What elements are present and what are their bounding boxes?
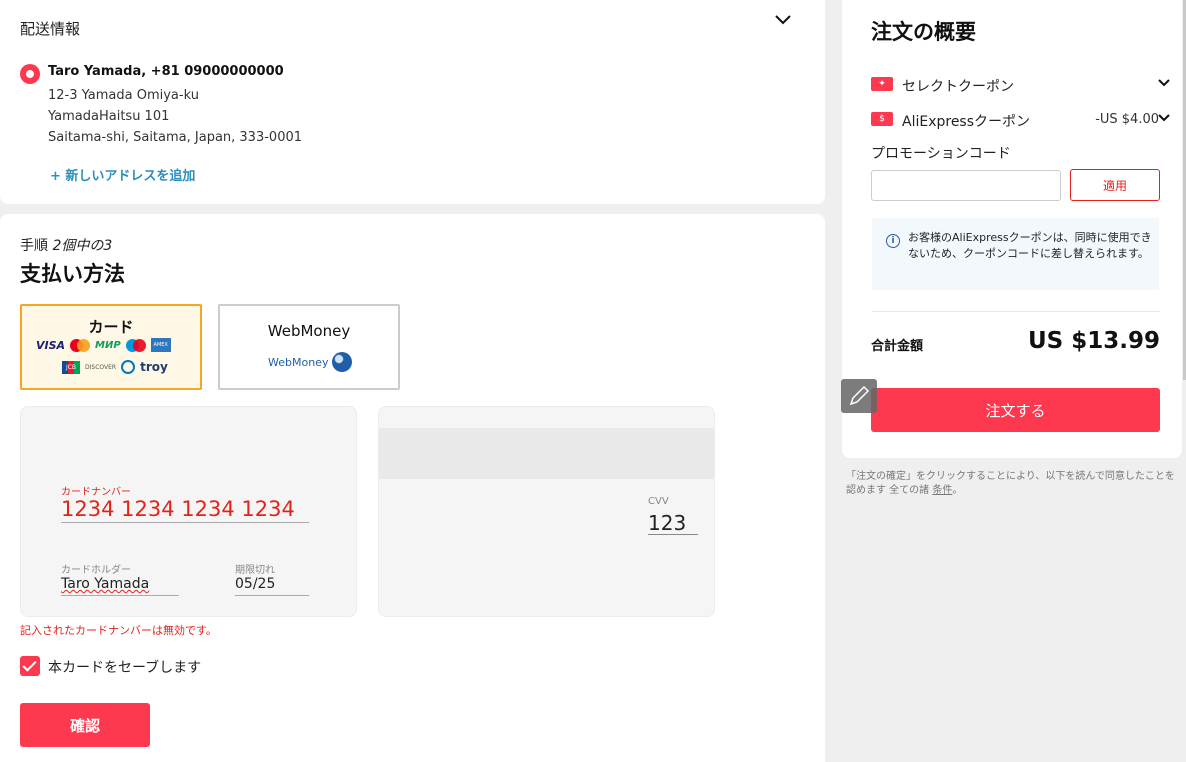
card-error-message: 記入されたカードナンバーは無効です。: [20, 624, 217, 637]
select-coupon-row[interactable]: ✦ セレクトクーポン: [871, 74, 1171, 96]
summary-title: 注文の概要: [871, 20, 976, 44]
pencil-icon: [849, 385, 870, 406]
discover-icon: DISCOVER: [85, 363, 117, 371]
webmoney-logo-text: WebMoney: [268, 355, 329, 369]
card-number-label: カードナンバー: [61, 487, 131, 498]
method-label: カード: [88, 318, 134, 336]
card-holder-label: カードホルダー: [61, 565, 131, 576]
chevron-down-icon[interactable]: [773, 10, 793, 30]
cvv-input[interactable]: 123: [648, 511, 698, 535]
visa-icon: VISA: [36, 338, 66, 352]
divider: [872, 311, 1160, 312]
diners-icon: [121, 360, 136, 374]
address-line: 12-3 Yamada Omiya-ku: [48, 88, 199, 103]
promo-code-input[interactable]: [871, 170, 1061, 201]
card-holder-input[interactable]: Taro Yamada: [61, 576, 179, 596]
confirm-button[interactable]: 確認: [20, 703, 150, 747]
card-holder-value: Taro Yamada: [61, 576, 150, 592]
address-line: YamadaHaitsu 101: [48, 109, 170, 124]
address-name-phone: Taro Yamada, +81 09000000000: [48, 64, 284, 79]
coupon-icon: ✦: [871, 77, 893, 91]
payment-title: 支払い方法: [20, 262, 125, 286]
step-indicator: 手順 2個中の3: [20, 238, 113, 254]
payment-method-webmoney[interactable]: WebMoney WebMoney: [218, 304, 400, 390]
card-front: カードナンバー 1234 1234 1234 1234 カードホルダー Taro…: [20, 406, 357, 617]
mastercard-icon: [70, 338, 91, 352]
terms-text: 認めます 全ての諸: [846, 485, 930, 496]
shipping-section: 配送情報 Taro Yamada, +81 09000000000 12-3 Y…: [0, 0, 825, 204]
troy-icon: troy: [140, 360, 168, 374]
terms-line: 「注文の確定」をクリックすることにより、以下を読んで同意したことを: [846, 471, 1175, 482]
info-icon: i: [886, 234, 900, 248]
chevron-down-icon[interactable]: [1157, 110, 1171, 126]
jcb-icon: JCB: [62, 360, 80, 374]
amex-icon: AMEX: [150, 338, 171, 352]
chevron-down-icon[interactable]: [1157, 75, 1171, 91]
cvv-label: CVV: [648, 496, 669, 507]
magnetic-stripe: [379, 428, 714, 479]
total-label: 合計金額: [871, 339, 924, 354]
terms-notice: 「注文の確定」をクリックすることにより、以下を読んで同意したことを 認めます 全…: [846, 470, 1186, 498]
dollar-coupon-icon: $: [871, 112, 893, 126]
payment-section: 手順 2個中の3 支払い方法 カード VISA МИР AMEX JCB DIS…: [0, 214, 825, 762]
payment-method-card[interactable]: カード VISA МИР AMEX JCB DISCOVER troy: [20, 304, 202, 390]
card-logos-row2: JCB DISCOVER troy: [62, 360, 168, 374]
place-order-button[interactable]: 注文する: [871, 388, 1160, 432]
total-value: US $13.99: [1027, 328, 1160, 354]
ali-coupon-row[interactable]: $ AliExpressクーポン -US $4.00: [871, 109, 1171, 131]
card-number-input[interactable]: 1234 1234 1234 1234: [61, 497, 309, 523]
mir-icon: МИР: [95, 339, 121, 351]
card-back: CVV 123: [378, 406, 715, 617]
ali-coupon-label: AliExpressクーポン: [902, 114, 1031, 130]
terms-line: 認めます 全ての諸 条件。: [846, 484, 1186, 498]
globe-icon: [332, 352, 353, 372]
webmoney-logo: WebMoney: [268, 352, 353, 372]
edit-pencil-button[interactable]: [841, 379, 877, 413]
save-card-checkbox[interactable]: [20, 656, 40, 676]
address-radio[interactable]: [20, 64, 40, 84]
shipping-title: 配送情報: [20, 20, 81, 38]
order-summary: 注文の概要 ✦ セレクトクーポン $ AliExpressクーポン -US $4…: [842, 0, 1182, 458]
card-logos: VISA МИР AMEX: [36, 338, 171, 352]
checkout-main: 配送情報 Taro Yamada, +81 09000000000 12-3 Y…: [0, 0, 825, 762]
coupon-info-box: i お客様のAliExpressクーポンは、同時に使用できないため、クーポンコー…: [872, 218, 1159, 290]
maestro-icon: [125, 338, 146, 352]
save-card-label[interactable]: 本カードをセーブします: [48, 657, 201, 677]
coupon-info-text: お客様のAliExpressクーポンは、同時に使用できないため、クーポンコードに…: [908, 231, 1152, 260]
promo-code-label: プロモーションコード: [871, 146, 1011, 162]
terms-link[interactable]: 条件: [932, 485, 952, 496]
select-coupon-label: セレクトクーポン: [902, 79, 1014, 95]
method-label: WebMoney: [267, 322, 351, 340]
terms-text: 。: [952, 485, 963, 496]
ali-coupon-amount: -US $4.00: [1095, 112, 1159, 127]
add-address-link[interactable]: + 新しいアドレスを追加: [50, 165, 195, 184]
address-line: Saitama-shi, Saitama, Japan, 333-0001: [48, 130, 303, 145]
expiry-label: 期限切れ: [235, 565, 275, 576]
apply-button[interactable]: 適用: [1070, 169, 1160, 201]
expiry-input[interactable]: 05/25: [235, 576, 309, 596]
